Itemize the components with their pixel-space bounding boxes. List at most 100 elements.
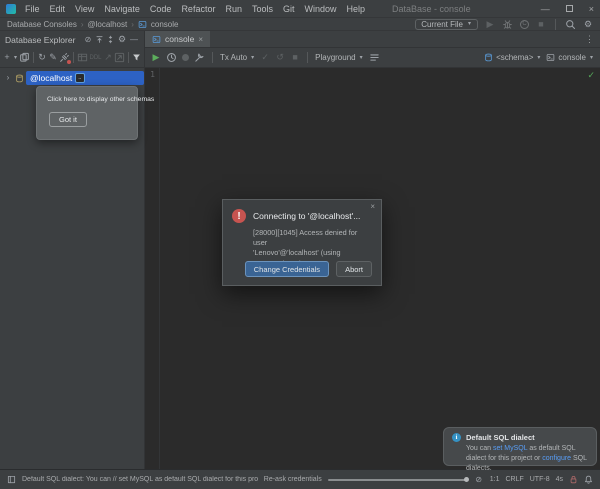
notification-body: You can set MySQL as default SQL dialect… (466, 444, 588, 473)
got-it-button[interactable]: Got it (49, 112, 87, 127)
jump-to-icon: ↗ (103, 52, 113, 63)
minimize-button[interactable]: — (541, 4, 550, 14)
caret-position-widget[interactable]: 1:1 (490, 476, 500, 483)
stop-icon: ■ (290, 52, 300, 63)
dialog-close-icon[interactable]: × (370, 202, 375, 211)
editor-gutter: 1 (145, 68, 160, 469)
edit-source-icon[interactable]: ✎ (48, 52, 58, 63)
collapse-all-icon[interactable] (95, 35, 104, 44)
schemas-tooltip: Click here to display other schemas Got … (36, 86, 138, 140)
menu-window[interactable]: Window (305, 4, 337, 14)
tab-console[interactable]: console × (145, 31, 210, 47)
abort-button[interactable]: Abort (336, 261, 372, 277)
menu-view[interactable]: View (75, 4, 94, 14)
database-explorer-header: Database Explorer ⊘ ⚙ — (0, 31, 144, 48)
tab-close-icon[interactable]: × (198, 35, 203, 44)
sql-dialect-notification[interactable]: i Default SQL dialect You can set MySQL … (443, 427, 597, 466)
chevron-down-icon: ▾ (359, 52, 364, 63)
wrench-icon[interactable] (194, 52, 205, 63)
disconnect-icon[interactable] (59, 52, 70, 63)
tree-item-selection: @localhost .. (26, 71, 144, 85)
stop-process-icon[interactable]: ⊘ (474, 474, 484, 485)
toolbar-divider (128, 52, 129, 63)
breadcrumb-separator: › (131, 20, 134, 29)
menu-file[interactable]: File (25, 4, 40, 14)
tab-options-icon[interactable]: ⋮ (585, 34, 600, 45)
tree-item-localhost[interactable]: › @localhost .. (0, 70, 144, 86)
panel-options-gear-icon[interactable]: ⚙ (117, 34, 127, 45)
chevron-down-icon: ▾ (250, 52, 255, 63)
status-message[interactable]: Default SQL dialect: You can // set MySQ… (22, 476, 258, 483)
breadcrumb-localhost[interactable]: @localhost (88, 20, 128, 29)
cancel-query-icon (182, 54, 189, 61)
execute-icon[interactable]: ▶ (151, 52, 161, 63)
lock-icon[interactable] (569, 475, 578, 484)
dialog-title: Connecting to '@localhost'... (253, 211, 360, 221)
maximize-button[interactable] (566, 5, 573, 12)
toolbar-divider (307, 52, 308, 63)
menu-tools[interactable]: Tools (252, 4, 273, 14)
tree-expand-chevron-icon[interactable]: › (3, 73, 13, 84)
configure-link[interactable]: configure (542, 455, 571, 462)
refresh-icon[interactable]: ↻ (37, 52, 47, 63)
filter-funnel-icon[interactable] (132, 53, 141, 62)
dialog-header: ! Connecting to '@localhost'... (232, 209, 372, 223)
menu-help[interactable]: Help (347, 4, 366, 14)
console-file-icon (138, 20, 147, 29)
hide-panel-icon[interactable]: — (129, 34, 139, 45)
search-icon[interactable] (565, 19, 576, 30)
schema-selector[interactable]: <schema> ▾ (484, 52, 541, 63)
stop-icon: ■ (536, 19, 546, 30)
ddl-icon: DDL (89, 55, 102, 61)
notification-text: You can (466, 445, 493, 452)
output-view-icon[interactable] (369, 52, 380, 63)
menu-edit[interactable]: Edit (50, 4, 66, 14)
tab-label: console (165, 34, 194, 44)
indent-widget[interactable]: 4s (556, 476, 563, 483)
encoding-widget[interactable]: UTF-8 (530, 476, 550, 483)
tooltip-text: Click here to display other schemas (47, 96, 128, 103)
change-credentials-button[interactable]: Change Credentials (245, 261, 329, 277)
line-ending-widget[interactable]: CRLF (505, 476, 523, 483)
tx-mode-selector[interactable]: Tx Auto ▾ (220, 52, 255, 63)
set-mysql-link[interactable]: set MySQL (493, 445, 527, 452)
query-history-clock-icon[interactable] (166, 52, 177, 63)
session-selector[interactable]: console ▾ (546, 52, 594, 63)
settings-gear-icon[interactable]: ⚙ (583, 19, 593, 30)
toolbar-divider (33, 52, 34, 63)
disconnect-badge (67, 60, 71, 64)
toolbar-divider (555, 19, 556, 30)
menu-refactor[interactable]: Refactor (181, 4, 215, 14)
console-toolbar: ▶ Tx Auto ▾ ✓ ↺ ■ Playground ▾ (145, 48, 600, 68)
run-configuration-label: Current File (421, 20, 463, 29)
dialog-message-line1: [28000][1045] Access denied for user (253, 228, 372, 248)
add-data-source-icon[interactable]: + (2, 52, 12, 63)
progress-knob (464, 477, 469, 482)
run-configuration-selector[interactable]: Current File ▾ (415, 19, 478, 30)
error-icon: ! (232, 209, 246, 223)
editor-tab-bar: console × ⋮ (145, 31, 600, 48)
close-button[interactable]: × (589, 4, 594, 14)
rollback-icon: ↺ (275, 52, 285, 63)
menu-git[interactable]: Git (283, 4, 295, 14)
schemas-more-button[interactable]: .. (75, 73, 84, 83)
duplicate-icon[interactable] (19, 52, 30, 63)
session-icon (546, 53, 555, 62)
inspections-ok-icon[interactable]: ✓ (587, 70, 595, 81)
menu-code[interactable]: Code (150, 4, 172, 14)
tx-mode-label: Tx Auto (220, 53, 247, 62)
notifications-bell-icon[interactable] (584, 475, 593, 484)
dialog-buttons: Change Credentials Abort (245, 261, 372, 277)
menu-run[interactable]: Run (225, 4, 242, 14)
schema-label: <schema> (496, 53, 533, 62)
breadcrumb-console[interactable]: console (151, 20, 179, 29)
breadcrumb-database-consoles[interactable]: Database Consoles (7, 20, 77, 29)
window-controls: — × (541, 4, 594, 14)
menu-navigate[interactable]: Navigate (104, 4, 140, 14)
playground-mode-selector[interactable]: Playground ▾ (315, 52, 363, 63)
circle-slash-icon[interactable]: ⊘ (83, 34, 93, 45)
tool-window-toggle-icon[interactable] (7, 475, 16, 484)
chevron-down-icon: ▾ (589, 52, 594, 63)
expand-collapse-icon[interactable] (106, 35, 115, 44)
window-title: DataBase - console (392, 4, 471, 14)
